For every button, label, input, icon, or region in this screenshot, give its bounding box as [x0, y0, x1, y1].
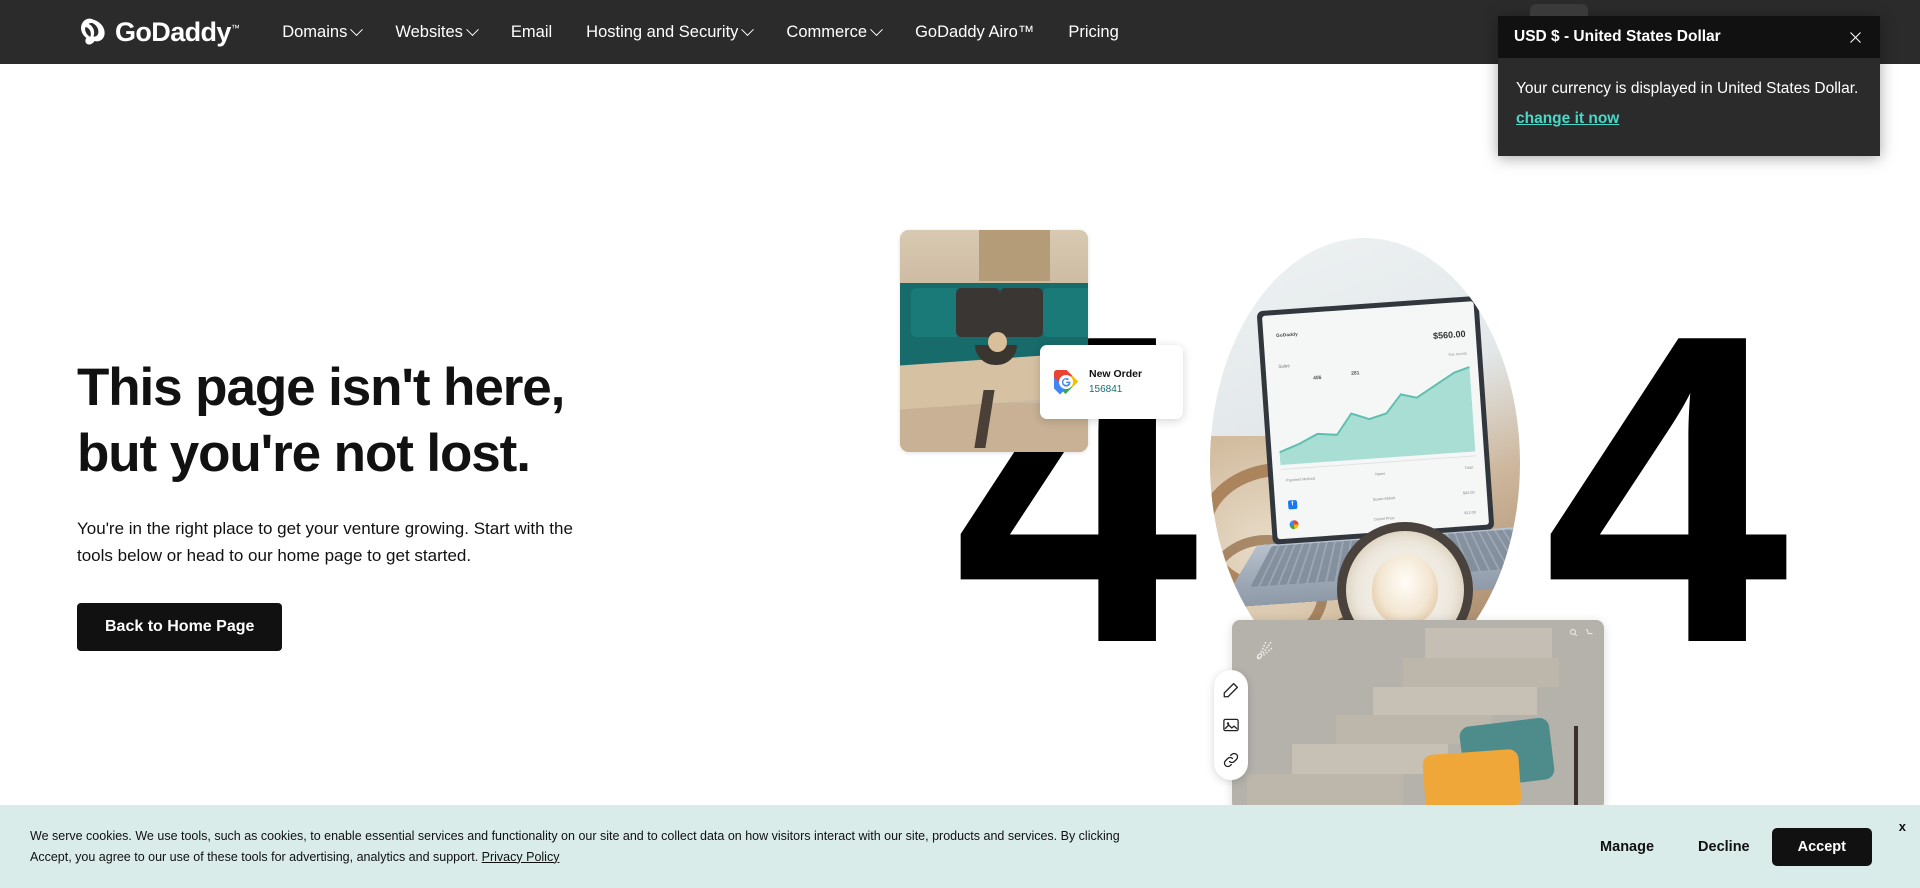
change-currency-link[interactable]: change it now	[1516, 110, 1619, 127]
sales-area-chart	[1279, 365, 1476, 466]
chevron-down-icon	[870, 22, 883, 36]
google-merchant-tag-icon	[1052, 368, 1080, 396]
dashboard-row-1-total: $64.00	[1462, 490, 1475, 496]
image-icon[interactable]	[1222, 716, 1240, 734]
nav-item-domains[interactable]: Domains	[265, 0, 378, 64]
nav-item-commerce[interactable]: Commerce	[769, 0, 898, 64]
dashboard-row-1-name: Susan Abbott	[1372, 496, 1396, 502]
dashboard-section-label: Sales	[1277, 363, 1290, 370]
pencil-icon[interactable]	[1222, 681, 1240, 699]
dashboard-col-3: Total	[1464, 465, 1473, 471]
dashboard-screen: GoDaddy Sales $560.00 this month 406 281…	[1261, 301, 1490, 540]
nav-item-pricing[interactable]: Pricing	[1051, 0, 1135, 64]
builder-site-logo-icon: ☄	[1256, 643, 1274, 664]
dashboard-amount: $560.00	[1432, 328, 1466, 341]
dashboard-col-2: Name	[1374, 471, 1386, 477]
privacy-policy-link[interactable]: Privacy Policy	[482, 850, 560, 864]
nav-item-godaddy-airo[interactable]: GoDaddy Airo™	[898, 0, 1051, 64]
godaddy-logo-link[interactable]: GoDaddy™	[76, 0, 240, 64]
cookie-manage-button[interactable]: Manage	[1578, 829, 1676, 865]
order-card-number: 156841	[1089, 384, 1123, 396]
dashboard-amount-sub: this month	[1448, 351, 1467, 358]
facebook-icon: f	[1287, 500, 1298, 510]
cookie-banner-text: We serve cookies. We use tools, such as …	[30, 826, 1120, 867]
cookie-decline-button[interactable]: Decline	[1676, 829, 1772, 865]
nav-label: Domains	[282, 22, 348, 41]
close-icon	[1849, 31, 1861, 43]
nav-item-email[interactable]: Email	[494, 0, 569, 64]
cookie-banner-message: We serve cookies. We use tools, such as …	[30, 828, 1120, 864]
order-card-text: New Order 156841	[1089, 367, 1142, 398]
currency-popup-header: USD $ - United States Dollar	[1498, 16, 1880, 58]
nav-label: Pricing	[1068, 22, 1119, 41]
cookie-consent-banner: We serve cookies. We use tools, such as …	[0, 805, 1920, 888]
currency-popup-message: Your currency is displayed in United Sta…	[1516, 80, 1859, 97]
builder-top-icons	[1569, 628, 1594, 637]
primary-nav: Domains Websites Email Hosting and Secur…	[265, 0, 1136, 64]
cookie-banner-close-button[interactable]: x	[1899, 819, 1906, 834]
cookie-banner-actions: Manage Decline Accept	[1578, 827, 1872, 866]
order-card-title: New Order	[1089, 367, 1143, 380]
cookie-accept-button[interactable]: Accept	[1771, 827, 1872, 866]
nav-label: Websites	[395, 22, 463, 41]
search-icon	[1570, 629, 1578, 637]
currency-popup-title: USD $ - United States Dollar	[1514, 28, 1721, 45]
error-copy-block: This page isn't here, but you're not los…	[77, 355, 697, 651]
chevron-down-icon	[350, 22, 364, 36]
page-root: GoDaddy™ Domains Websites Email Hosting …	[0, 0, 1920, 888]
page-title: This page isn't here, but you're not los…	[77, 355, 697, 488]
dashboard-row-2-name: Daniel Price	[1373, 516, 1395, 522]
page-subtitle: You're in the right place to get your ve…	[77, 518, 573, 566]
nav-label: GoDaddy Airo™	[915, 22, 1035, 41]
godaddy-heart-logo-icon	[76, 15, 110, 49]
currency-notification-popup: USD $ - United States Dollar Your curren…	[1498, 4, 1880, 157]
currency-popup-body: Your currency is displayed in United Sta…	[1498, 58, 1880, 156]
website-builder-preview: ☄	[1232, 620, 1604, 810]
dashboard-brand: GoDaddy	[1275, 331, 1298, 338]
dashboard-col-1: Payment Method	[1285, 476, 1315, 483]
currency-popup-close-button[interactable]	[1844, 26, 1866, 48]
link-icon[interactable]	[1222, 751, 1240, 769]
godaddy-logo-text: GoDaddy™	[115, 16, 240, 47]
dashboard-row-2-total: $12.00	[1463, 510, 1476, 516]
nav-label: Hosting and Security	[586, 22, 739, 41]
headline-line-2: but you're not lost.	[77, 424, 531, 484]
builder-tool-rail	[1214, 670, 1248, 780]
chevron-down-icon	[466, 22, 479, 36]
cart-icon	[1585, 629, 1593, 635]
headline-line-1: This page isn't here,	[77, 358, 565, 417]
google-icon	[1288, 520, 1299, 530]
nav-item-hosting-and-security[interactable]: Hosting and Security	[569, 0, 769, 64]
nav-item-websites[interactable]: Websites	[378, 0, 494, 64]
chevron-down-icon	[741, 22, 755, 36]
nav-label: Commerce	[786, 22, 868, 41]
nav-label: Email	[510, 22, 553, 41]
back-to-home-page-button[interactable]: Back to Home Page	[77, 602, 283, 651]
error-illustration: 4 4 New Order 156841 GoDaddy Sales $560.…	[880, 200, 1890, 854]
new-order-notification-card: New Order 156841	[1040, 345, 1183, 419]
